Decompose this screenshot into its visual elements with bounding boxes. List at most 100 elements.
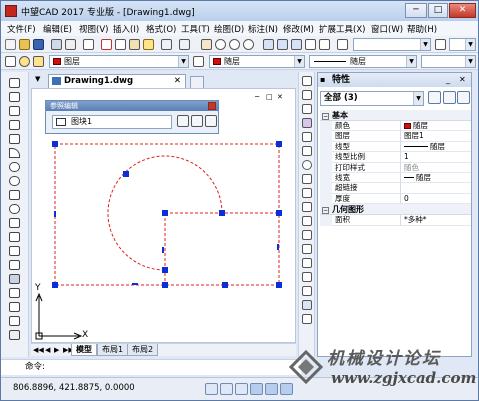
grip-point[interactable] [162,267,168,273]
tab-list-dropdown-icon[interactable]: ▼ [35,75,40,83]
design-center-icon[interactable] [277,39,288,50]
tab-layout1[interactable]: 布局1 [97,344,129,356]
text-style-icon[interactable] [337,39,348,50]
point-icon[interactable] [9,260,20,270]
property-row-layer[interactable]: 图层 图层1 [320,131,471,142]
snap-mode-icon[interactable] [205,383,218,395]
grip-point[interactable] [52,141,58,147]
minimize-button[interactable]: ─ [405,3,427,18]
open-folder-icon[interactable] [19,39,30,50]
color-combo[interactable]: 随层 ▼ [209,55,305,68]
text-style-combo[interactable]: ▼ [353,38,431,51]
redo-icon[interactable] [179,39,190,50]
property-row-linetype-scale[interactable]: 线型比例 1 [320,152,471,163]
menu-draw[interactable]: 绘图(D) [214,23,244,35]
zoom-previous-icon[interactable] [243,39,254,50]
circle-icon[interactable] [9,162,20,172]
next-layout-icon[interactable]: ▶ [54,346,59,354]
menu-modify[interactable]: 修改(M) [283,23,314,35]
mirror-icon[interactable] [302,104,312,114]
collapse-icon[interactable]: − [322,207,329,215]
dimension-style-combo[interactable]: ▼ [449,38,476,51]
line-icon[interactable] [9,78,20,88]
property-row-lineweight[interactable]: 线宽 随层 [320,172,471,184]
tab-layout2[interactable]: 布局2 [127,344,159,356]
rectangle-icon[interactable] [9,134,20,144]
menu-help[interactable]: 帮助(H) [407,23,437,35]
select-objects-icon[interactable] [443,91,456,104]
pan-icon[interactable] [201,39,212,50]
paste-icon[interactable] [129,39,140,50]
linetype-combo[interactable]: 随层 ▼ [309,55,417,68]
lineweight-combo[interactable]: ▼ [421,55,476,68]
property-value[interactable]: 随层 [400,121,471,132]
property-row-plot-style[interactable]: 打印样式 随色 [320,162,471,173]
dimension-style-icon[interactable] [435,39,446,50]
grip-point[interactable] [219,210,225,216]
move-icon[interactable] [302,146,312,156]
explode-icon[interactable] [302,300,312,310]
join-icon[interactable] [302,258,312,268]
tab-model[interactable]: 模型 [71,344,97,356]
array-icon[interactable] [302,132,312,142]
property-row-color[interactable]: 颜色 随层 [320,121,471,132]
cut-icon[interactable] [101,39,112,50]
zoom-realtime-icon[interactable] [215,39,226,50]
stretch-icon[interactable] [302,188,312,198]
tab-drawing1[interactable]: Drawing1.dwg ✕ [48,74,186,88]
property-value[interactable]: 随层 [400,172,471,184]
ellipse-icon[interactable] [9,204,20,214]
property-value[interactable]: 1 [400,152,471,163]
grip-point[interactable] [52,282,58,288]
previous-layout-icon[interactable]: ◀ [45,346,50,354]
close-button[interactable]: ✕ [449,3,476,18]
property-row-thickness[interactable]: 厚度 0 [320,193,471,205]
menu-tools[interactable]: 工具(T) [181,23,210,35]
break-icon[interactable] [302,244,312,254]
make-current-layer-icon[interactable] [193,56,204,67]
midpoint-grip[interactable] [277,244,279,250]
new-file-icon[interactable] [5,39,16,50]
properties-icon[interactable] [263,39,274,50]
menu-file[interactable]: 文件(F) [7,23,36,35]
hatch-icon[interactable] [9,274,20,284]
print-icon[interactable] [51,39,62,50]
pin-icon[interactable]: ▪ [320,73,325,87]
ortho-mode-icon[interactable] [235,383,248,395]
layer-freeze-icon[interactable] [33,56,44,67]
offset-icon[interactable] [302,118,312,128]
quick-select-icon[interactable] [457,91,470,104]
grip-point[interactable] [162,210,168,216]
property-value[interactable]: 0 [400,193,471,205]
chamfer-icon[interactable] [302,272,312,282]
menu-dimension[interactable]: 标注(N) [248,23,278,35]
tab-close-icon[interactable]: ✕ [174,75,181,87]
collapse-icon[interactable]: − [322,113,329,120]
midpoint-grip[interactable] [132,283,138,285]
add-to-working-set-icon[interactable] [177,115,189,127]
palette-minimize-button[interactable]: _ [446,73,450,87]
extend-icon[interactable] [302,216,312,226]
grip-point[interactable] [276,282,282,288]
grip-point[interactable] [222,282,228,288]
lengthen-icon[interactable] [302,314,312,324]
selection-combo[interactable]: 全部 (3) ▼ [320,91,424,106]
undo-icon[interactable] [161,39,172,50]
gradient-icon[interactable] [9,288,20,298]
property-row-linetype[interactable]: 线型 随层 [320,141,471,153]
zoom-window-icon[interactable] [229,39,240,50]
construction-line-icon[interactable] [9,92,20,102]
match-properties-icon[interactable] [143,39,154,50]
polar-tracking-icon[interactable] [250,383,263,395]
reference-block-field[interactable]: 图块1 [52,115,172,129]
command-line[interactable]: 命令: [1,359,301,375]
calculator-icon[interactable] [305,39,316,50]
palette-close-button[interactable]: ✕ [459,73,466,87]
section-general[interactable]: − 基本 [320,110,471,121]
grip-point[interactable] [276,210,282,216]
menu-view[interactable]: 视图(V) [79,23,108,35]
erase-icon[interactable] [302,76,312,86]
section-geometry[interactable]: − 几何图形 [320,204,471,216]
copy-object-icon[interactable] [302,90,312,100]
publish-icon[interactable] [83,39,94,50]
